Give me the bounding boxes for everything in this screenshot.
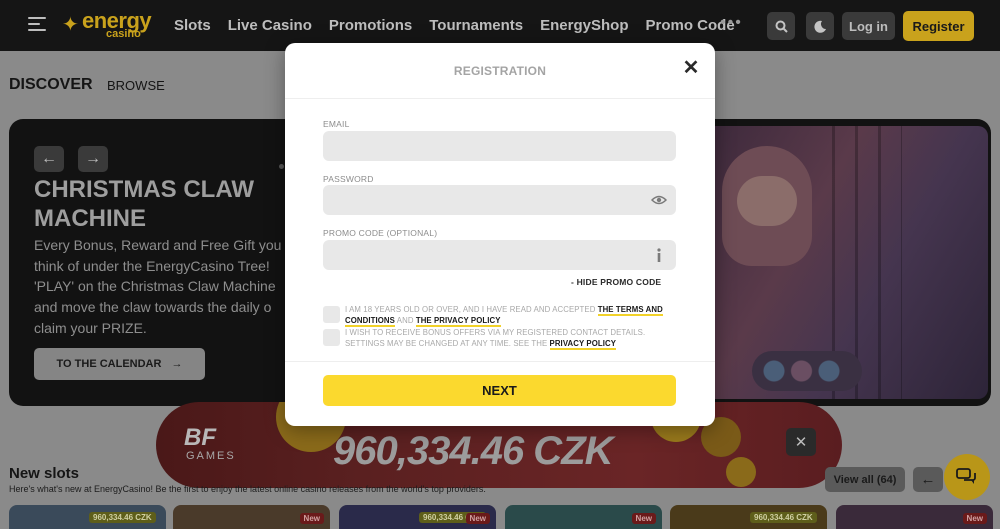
hide-promo-code-link[interactable]: - HIDE PROMO CODE xyxy=(571,277,661,287)
hero-image xyxy=(712,126,988,399)
hero-text-line: claim your PRIZE. xyxy=(34,319,147,336)
privacy-policy-link[interactable]: PRIVACY POLICY xyxy=(549,338,617,350)
hero-title: CHRISTMAS CLAW MACHINE xyxy=(34,176,254,232)
modal-title: REGISTRATION xyxy=(453,64,547,78)
login-button[interactable]: Log in xyxy=(842,12,895,40)
nav-link-tournaments[interactable]: Tournaments xyxy=(429,17,523,34)
star-icon: ✦ xyxy=(62,14,79,36)
info-icon xyxy=(651,247,667,263)
new-badge: New xyxy=(299,513,324,524)
consent-text: I AM 18 YEARS OLD OR OVER, AND I HAVE RE… xyxy=(345,305,598,314)
new-slots-subtitle: Here's what's new at EnergyCasino! Be th… xyxy=(9,484,486,494)
age-terms-text: I AM 18 YEARS OLD OR OVER, AND I HAVE RE… xyxy=(345,305,675,327)
new-badge: New xyxy=(465,513,490,524)
promo-code-field[interactable] xyxy=(323,240,676,270)
browse-tab[interactable]: BROWSE xyxy=(107,78,165,93)
hero-text-line: think of under the EnergyCasino Tree! xyxy=(34,257,270,274)
slot-tile[interactable]: 960,334.46 CZK xyxy=(9,505,166,529)
arrow-right-icon: → xyxy=(171,358,183,370)
bf-games-sub: GAMES xyxy=(186,450,236,462)
more-menu-icon[interactable]: ••• xyxy=(720,14,743,32)
slot-tile[interactable]: New xyxy=(836,505,993,529)
email-field[interactable] xyxy=(323,131,676,161)
hamburger-menu-icon[interactable] xyxy=(28,17,46,33)
new-badge: New xyxy=(631,513,656,524)
email-label: EMAIL xyxy=(323,119,350,129)
divider xyxy=(285,98,715,99)
nav-link-energyshop[interactable]: EnergyShop xyxy=(540,17,628,34)
close-icon[interactable]: ✕ xyxy=(681,57,701,79)
hero-text-line: 'PLAY' on the Christmas Claw Machine xyxy=(34,278,276,295)
nav-link-live-casino[interactable]: Live Casino xyxy=(228,17,312,34)
nav-link-promotions[interactable]: Promotions xyxy=(329,17,412,34)
bonus-offers-checkbox[interactable] xyxy=(323,329,340,346)
hero-pagination xyxy=(279,156,284,174)
hero-prev-button[interactable]: ← xyxy=(34,146,64,172)
discover-tab[interactable]: DISCOVER xyxy=(9,76,93,94)
divider xyxy=(285,361,715,362)
password-field[interactable] xyxy=(323,185,676,215)
register-button[interactable]: Register xyxy=(903,11,974,41)
registration-modal: REGISTRATION ✕ EMAIL PASSWORD PROMO CODE… xyxy=(285,43,715,426)
slots-prev-button[interactable]: ← xyxy=(913,467,943,492)
search-button[interactable] xyxy=(767,12,795,40)
slot-tile[interactable]: New xyxy=(505,505,662,529)
new-badge: New xyxy=(962,513,987,524)
password-label: PASSWORD xyxy=(323,174,374,184)
chat-icon xyxy=(956,468,976,484)
nav-links: Slots Live Casino Promotions Tournaments… xyxy=(174,17,735,34)
nav-link-slots[interactable]: Slots xyxy=(174,17,211,34)
slot-tile[interactable]: New xyxy=(173,505,330,529)
hero-next-button[interactable]: → xyxy=(78,146,108,172)
logo-sub: casino xyxy=(106,28,141,40)
next-button[interactable]: NEXT xyxy=(323,375,676,406)
chat-button[interactable] xyxy=(944,454,990,500)
moon-icon xyxy=(813,20,826,33)
consent-text: AND xyxy=(394,315,416,325)
promo-code-label: PROMO CODE (OPTIONAL) xyxy=(323,228,438,238)
jackpot-amount: 960,334.46 CZK xyxy=(333,429,614,473)
age-terms-checkbox[interactable] xyxy=(323,306,340,323)
jackpot-badge: 960,334.46 CZK xyxy=(750,512,817,523)
eye-icon[interactable] xyxy=(651,192,667,208)
cta-label: TO THE CALENDAR xyxy=(56,358,162,370)
theme-toggle-button[interactable] xyxy=(806,12,834,40)
hero-text-line: and move the claw towards the daily o xyxy=(34,299,272,316)
slot-tile[interactable]: 960,334.46 CZK xyxy=(670,505,827,529)
hero-text: Every Bonus, Reward and Free Gift you th… xyxy=(34,235,304,339)
slot-tile[interactable]: 960,334.46 CZK New xyxy=(339,505,496,529)
jackpot-badge: 960,334.46 CZK xyxy=(89,512,156,523)
view-all-button[interactable]: View all (64) xyxy=(825,467,905,492)
new-slots-title: New slots xyxy=(9,465,80,482)
privacy-policy-link[interactable]: THE PRIVACY POLICY xyxy=(415,315,501,327)
to-calendar-button[interactable]: TO THE CALENDAR → xyxy=(34,348,205,380)
bf-games-logo: BF xyxy=(184,424,216,451)
bonus-offers-text: I WISH TO RECEIVE BONUS OFFERS VIA MY RE… xyxy=(345,328,675,350)
close-jackpot-button[interactable]: ✕ xyxy=(786,428,816,456)
search-icon xyxy=(775,20,788,33)
hero-text-line: Every Bonus, Reward and Free Gift you xyxy=(34,237,282,253)
